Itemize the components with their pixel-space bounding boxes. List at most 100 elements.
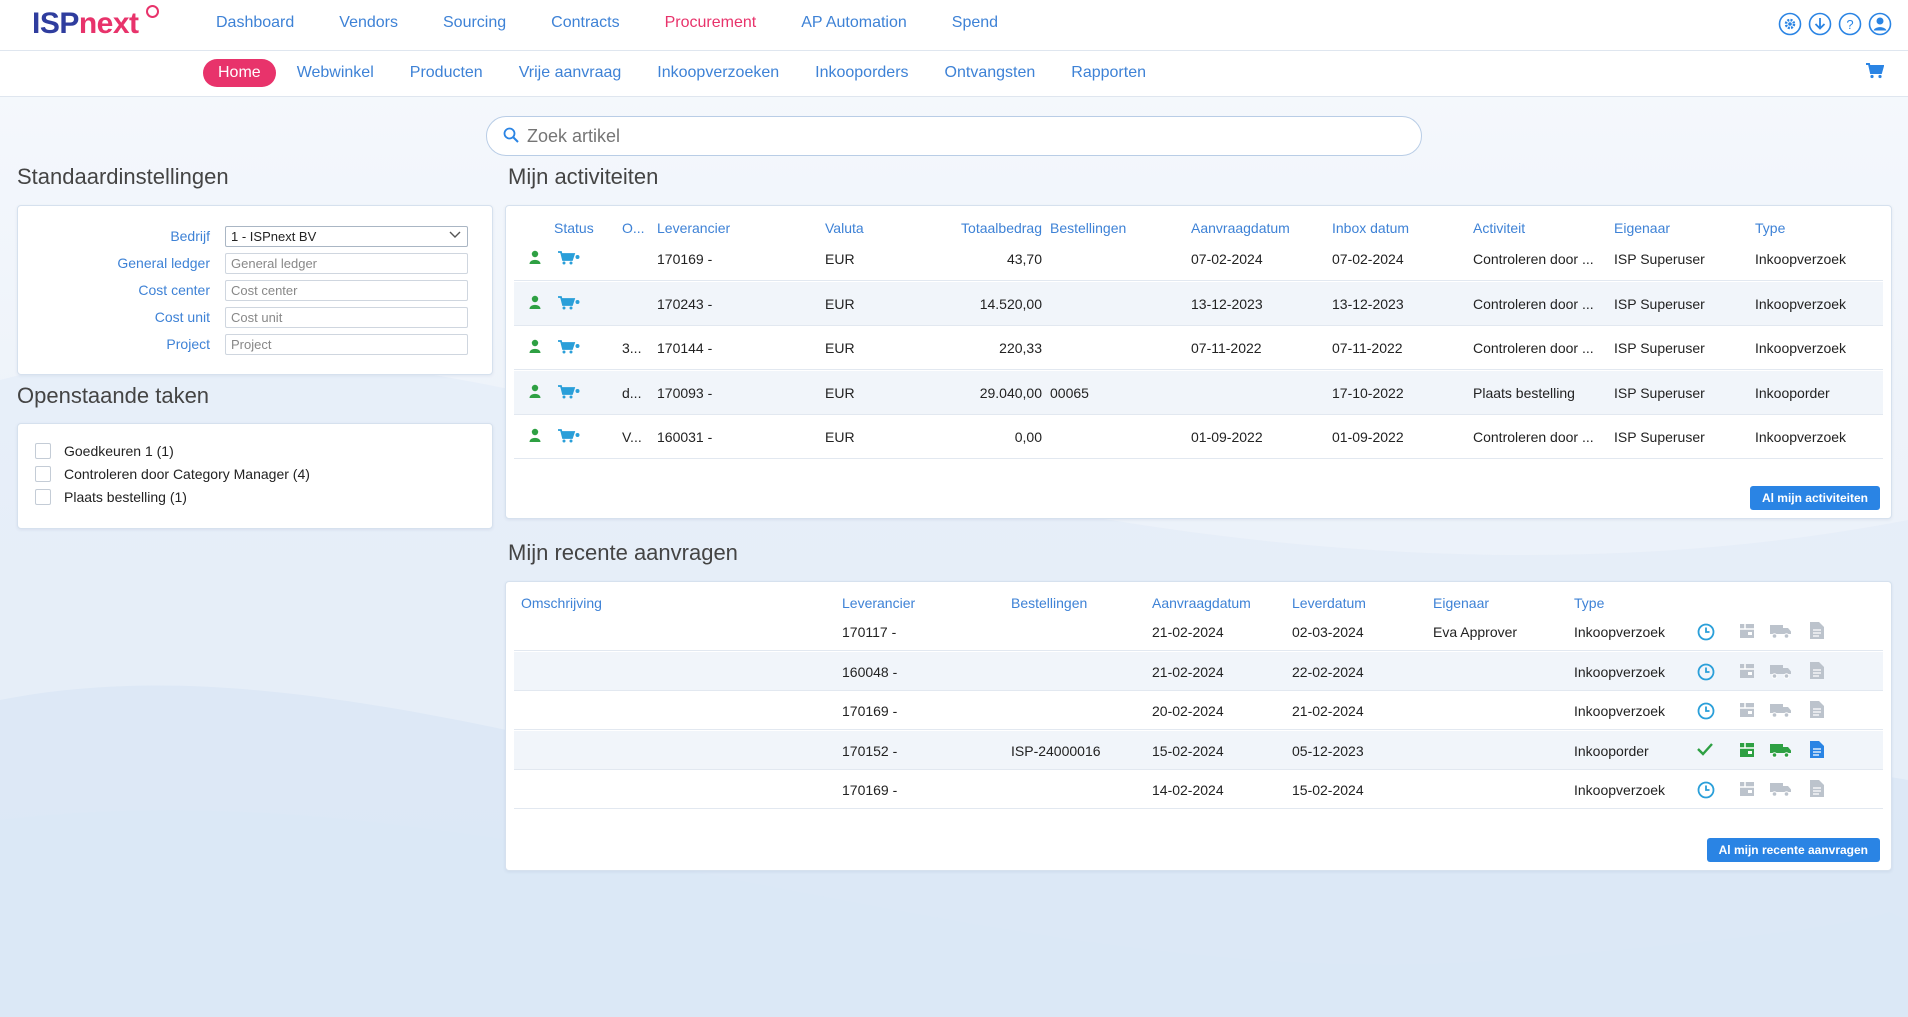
- check-icon[interactable]: [1697, 742, 1713, 759]
- gl-field[interactable]: General ledger: [225, 253, 468, 274]
- table-row[interactable]: 170169 - 20-02-2024 21-02-2024 Inkoopverzoe…: [514, 691, 1883, 730]
- truck-icon[interactable]: [1770, 742, 1792, 761]
- cell-aanvraagdatum: 15-02-2024: [1152, 742, 1224, 759]
- package-icon[interactable]: [1739, 663, 1755, 682]
- nav-procurement[interactable]: Procurement: [665, 14, 757, 32]
- col-bestellingen[interactable]: Bestellingen: [1011, 595, 1087, 611]
- col-leverdatum[interactable]: Leverdatum: [1292, 595, 1366, 611]
- table-row[interactable]: 170152 - ISP-24000016 15-02-2024 05-12-2023…: [514, 730, 1883, 770]
- project-field[interactable]: Project: [225, 334, 468, 355]
- download-icon[interactable]: [1808, 12, 1832, 36]
- help-icon[interactable]: ?: [1838, 12, 1862, 36]
- user-icon[interactable]: [1868, 12, 1892, 36]
- table-row[interactable]: 170169 - EUR 43,70 07-02-2024 07-02-2024 Cont…: [514, 237, 1883, 281]
- table-row[interactable]: d... 170093 - EUR 29.040,00 00065 17-10-2022 P…: [514, 370, 1883, 415]
- settings-icon[interactable]: [1778, 12, 1802, 36]
- tab-rapporten[interactable]: Rapporten: [1071, 64, 1146, 82]
- truck-icon[interactable]: [1770, 702, 1792, 721]
- document-icon[interactable]: [1810, 701, 1824, 721]
- col-bestellingen[interactable]: Bestellingen: [1050, 220, 1126, 236]
- col-valuta[interactable]: Valuta: [825, 220, 864, 236]
- cell-type: Inkooporder: [1574, 742, 1649, 759]
- cart-status-icon[interactable]: [558, 340, 580, 357]
- document-icon[interactable]: [1810, 740, 1824, 761]
- document-icon[interactable]: [1810, 661, 1824, 682]
- tab-home[interactable]: Home: [203, 59, 276, 87]
- table-row[interactable]: V... 160031 - EUR 0,00 01-09-2022 01-09-2022 C…: [514, 415, 1883, 459]
- ispnext-logo[interactable]: ISPnext: [32, 7, 139, 41]
- col-aanvraagdatum[interactable]: Aanvraagdatum: [1152, 595, 1251, 611]
- truck-icon[interactable]: [1770, 781, 1792, 800]
- table-row[interactable]: 160048 - 21-02-2024 22-02-2024 Inkoopverzoe…: [514, 651, 1883, 691]
- cost-center-field[interactable]: Cost center: [225, 280, 468, 301]
- clock-icon[interactable]: [1697, 781, 1715, 802]
- col-totaalbedrag[interactable]: Totaalbedrag: [949, 220, 1042, 236]
- cell-leverdatum: 15-02-2024: [1292, 782, 1364, 798]
- package-icon[interactable]: [1739, 702, 1755, 721]
- user-icon: [529, 428, 541, 445]
- tab-inkooporders[interactable]: Inkooporders: [815, 64, 908, 82]
- col-aanvraagdatum[interactable]: Aanvraagdatum: [1191, 220, 1290, 236]
- tab-webwinkel[interactable]: Webwinkel: [297, 64, 374, 82]
- table-row[interactable]: 170117 - 21-02-2024 02-03-2024 Eva Approver…: [514, 612, 1883, 651]
- company-select[interactable]: 1 - ISPnext BV: [225, 226, 468, 247]
- col-activiteit[interactable]: Activiteit: [1473, 220, 1525, 236]
- tab-producten[interactable]: Producten: [410, 64, 483, 82]
- clock-icon[interactable]: [1697, 702, 1715, 723]
- cart-status-icon[interactable]: [558, 251, 580, 268]
- nav-ap-automation[interactable]: AP Automation: [801, 14, 907, 32]
- col-leverancier[interactable]: Leverancier: [842, 595, 915, 611]
- cell-eigenaar: ISP Superuser: [1614, 384, 1705, 401]
- nav-spend[interactable]: Spend: [952, 14, 998, 32]
- document-icon[interactable]: [1810, 622, 1824, 642]
- col-inbox-datum[interactable]: Inbox datum: [1332, 220, 1409, 236]
- task-item[interactable]: Goedkeuren 1 (1): [35, 443, 174, 459]
- cart-icon[interactable]: [1866, 63, 1885, 82]
- all-activities-button[interactable]: Al mijn activiteiten: [1749, 486, 1880, 510]
- task-checkbox[interactable]: [35, 466, 51, 482]
- task-label: Controleren door Category Manager (4): [64, 466, 310, 482]
- truck-icon[interactable]: [1770, 623, 1792, 642]
- cell-type: Inkoopverzoek: [1574, 624, 1666, 640]
- package-icon[interactable]: [1739, 742, 1755, 761]
- cart-status-icon[interactable]: [558, 429, 580, 446]
- table-row[interactable]: 3... 170144 - EUR 220,33 07-11-2022 07-11-202…: [514, 326, 1883, 370]
- task-item[interactable]: Plaats bestelling (1): [35, 489, 187, 505]
- cell-valuta: EUR: [825, 384, 855, 401]
- document-icon[interactable]: [1810, 780, 1824, 800]
- col-leverancier[interactable]: Leverancier: [657, 220, 730, 236]
- col-eigenaar[interactable]: Eigenaar: [1433, 595, 1489, 611]
- truck-icon[interactable]: [1770, 663, 1792, 682]
- task-item[interactable]: Controleren door Category Manager (4): [35, 466, 310, 482]
- col-status[interactable]: Status: [554, 220, 594, 236]
- nav-vendors[interactable]: Vendors: [339, 14, 398, 32]
- col-omschrijving[interactable]: Omschrijving: [521, 595, 602, 611]
- table-row[interactable]: 170243 - EUR 14.520,00 13-12-2023 13-12-2023…: [514, 281, 1883, 326]
- tab-inkoopverzoeken[interactable]: Inkoopverzoeken: [657, 64, 779, 82]
- search-bar[interactable]: [486, 116, 1422, 156]
- task-checkbox[interactable]: [35, 489, 51, 505]
- nav-dashboard[interactable]: Dashboard: [216, 14, 294, 32]
- package-icon[interactable]: [1739, 781, 1755, 800]
- task-label: Goedkeuren 1 (1): [64, 443, 174, 459]
- search-input[interactable]: [527, 125, 1407, 147]
- all-recent-button[interactable]: Al mijn recente aanvragen: [1706, 838, 1880, 862]
- col-type[interactable]: Type: [1574, 595, 1604, 611]
- cart-status-icon[interactable]: [558, 384, 580, 402]
- table-row[interactable]: 170169 - 14-02-2024 15-02-2024 Inkoopverzoe…: [514, 770, 1883, 809]
- col-o[interactable]: O...: [622, 220, 645, 236]
- tab-vrije-aanvraag[interactable]: Vrije aanvraag: [519, 64, 622, 82]
- user-icon: [529, 384, 541, 401]
- cell-leverancier: 170169 -: [657, 251, 713, 267]
- nav-contracts[interactable]: Contracts: [551, 14, 619, 32]
- tab-ontvangsten[interactable]: Ontvangsten: [945, 64, 1036, 82]
- cart-status-icon[interactable]: [558, 295, 580, 313]
- col-type[interactable]: Type: [1755, 220, 1785, 236]
- clock-icon[interactable]: [1697, 623, 1715, 644]
- task-checkbox[interactable]: [35, 443, 51, 459]
- nav-sourcing[interactable]: Sourcing: [443, 14, 506, 32]
- col-eigenaar[interactable]: Eigenaar: [1614, 220, 1670, 236]
- clock-icon[interactable]: [1697, 663, 1715, 684]
- cost-unit-field[interactable]: Cost unit: [225, 307, 468, 328]
- package-icon[interactable]: [1739, 623, 1755, 642]
